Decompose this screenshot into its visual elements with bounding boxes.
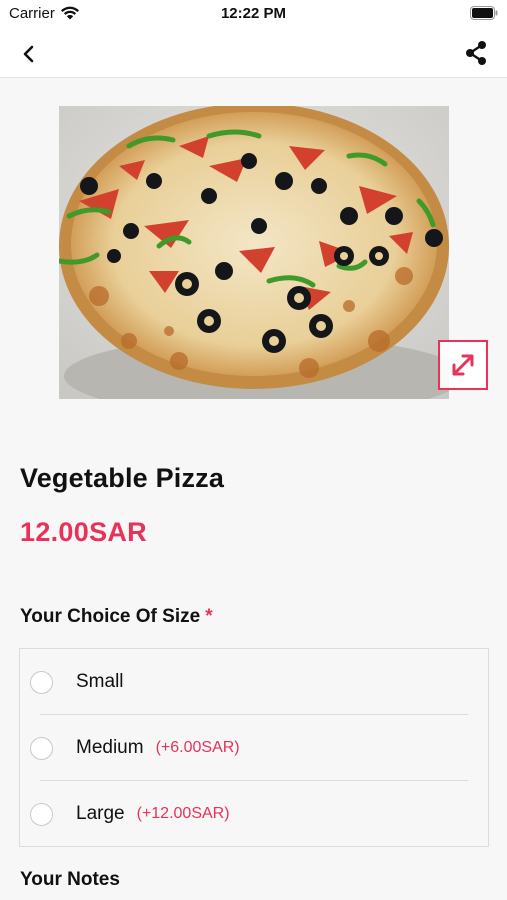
- size-section-heading: Your Choice Of Size *: [20, 606, 213, 628]
- product-image: [59, 106, 449, 399]
- product-title: Vegetable Pizza: [20, 463, 225, 493]
- pizza-image: [59, 106, 449, 399]
- size-option-small[interactable]: Small: [20, 649, 488, 715]
- expand-image-button[interactable]: [438, 340, 488, 390]
- option-extra-price: (+6.00SAR): [155, 739, 240, 756]
- radio-button[interactable]: [30, 736, 53, 760]
- share-icon: [466, 41, 486, 65]
- radio-button[interactable]: [30, 802, 53, 826]
- size-option-medium[interactable]: Medium (+6.00SAR): [20, 715, 488, 781]
- size-option-large[interactable]: Large (+12.00SAR): [20, 781, 488, 847]
- navigation-bar: [0, 30, 507, 78]
- product-price: 12.00SAR: [20, 517, 147, 547]
- size-heading-label: Your Choice Of Size: [20, 606, 201, 627]
- battery-icon: [470, 6, 498, 20]
- required-mark: *: [205, 606, 213, 627]
- chevron-left-icon: [23, 45, 34, 63]
- share-button[interactable]: [461, 38, 491, 68]
- radio-button[interactable]: [30, 670, 53, 694]
- expand-icon: [452, 354, 474, 376]
- notes-section-heading: Your Notes: [20, 869, 120, 890]
- back-button[interactable]: [14, 40, 44, 68]
- option-label: Large: [76, 803, 125, 824]
- option-label: Medium: [76, 737, 144, 758]
- option-label: Small: [76, 671, 124, 692]
- status-time: 12:22 PM: [220, 5, 287, 22]
- option-extra-price: (+12.00SAR): [136, 805, 230, 822]
- size-options-list: Small Medium (+6.00SAR) Large (+12.00SAR…: [19, 648, 489, 847]
- status-bar: Carrier 12:22 PM: [0, 0, 507, 30]
